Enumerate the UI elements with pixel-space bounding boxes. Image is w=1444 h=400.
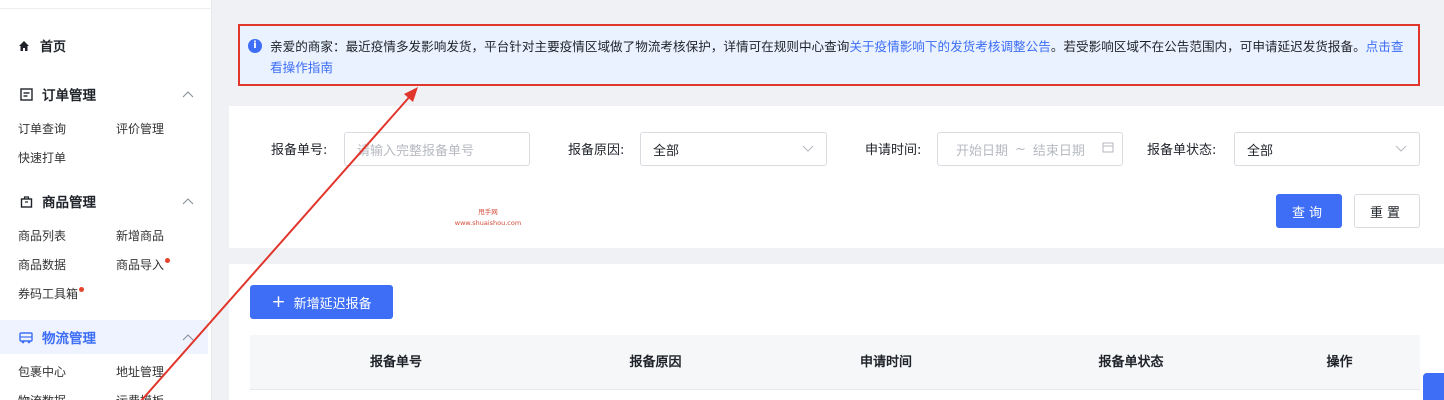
sidebar-item-address-management[interactable]: 地址管理 — [116, 363, 164, 380]
truck-icon — [18, 329, 34, 345]
reset-button[interactable]: 重置 — [1354, 194, 1420, 228]
sidebar-section-logistics: 物流管理 — [18, 327, 194, 347]
sidebar-item-coupon-tools[interactable]: 券码工具箱 — [18, 285, 85, 302]
sidebar-item-logistics-data[interactable]: 物流数据 — [18, 392, 66, 400]
reason-label: 报备原因: — [568, 143, 625, 158]
reason-select[interactable]: 全部 — [640, 132, 827, 166]
sidebar-item-home[interactable]: 首页 — [18, 36, 66, 55]
filter-panel: 报备单号: 请输入完整报备单号 报备原因: 全部 申请时间: 开始日期 ~ 结束… — [229, 106, 1444, 248]
chevron-up-icon[interactable] — [182, 333, 194, 341]
column-header-reason: 报备原因 — [629, 355, 682, 370]
watermark-line: 甩手网 — [478, 208, 498, 216]
bag-icon — [18, 193, 34, 209]
status-select-value: 全部 — [1247, 143, 1274, 159]
notification-dot — [79, 287, 85, 292]
watermark-line: www.shuaishou.com — [454, 219, 522, 227]
search-button[interactable]: 查询 — [1276, 194, 1342, 228]
report-no-label: 报备单号: — [271, 143, 328, 158]
chevron-down-icon — [802, 142, 814, 157]
sidebar-item-parcel-center[interactable]: 包裹中心 — [18, 363, 66, 380]
sidebar-item-quick-print[interactable]: 快速打单 — [18, 149, 66, 166]
reason-select-value: 全部 — [653, 143, 680, 159]
notification-dot — [165, 258, 171, 263]
add-delay-report-label: 新增延迟报备 — [293, 296, 372, 312]
floating-side-button[interactable] — [1423, 373, 1444, 400]
sidebar-item-product-list[interactable]: 商品列表 — [18, 227, 66, 244]
divider — [0, 8, 212, 9]
start-date-placeholder: 开始日期 — [956, 143, 1009, 159]
sidebar-item-order-query[interactable]: 订单查询 — [18, 120, 66, 137]
sidebar: 首页 订单管理 订单查询 评价管理 快速打单 商品管理 商品列表 新增商品 商品… — [0, 0, 212, 400]
sidebar-item-label: 首页 — [40, 40, 67, 55]
chevron-up-icon[interactable] — [182, 197, 194, 205]
sidebar-section-header-orders[interactable]: 订单管理 — [18, 84, 194, 104]
status-select[interactable]: 全部 — [1234, 132, 1420, 166]
time-label: 申请时间: — [865, 143, 922, 158]
chevron-down-icon — [1395, 142, 1407, 157]
home-icon — [19, 40, 29, 51]
add-delay-report-button[interactable]: + 新增延迟报备 — [250, 285, 393, 319]
sidebar-section-header-products[interactable]: 商品管理 — [18, 191, 194, 211]
end-date-placeholder: 结束日期 — [1032, 143, 1085, 159]
column-header-status: 报备单状态 — [1098, 355, 1164, 370]
info-icon: i — [248, 39, 262, 53]
column-header-report-no: 报备单号 — [369, 355, 422, 370]
table-panel: + 新增延迟报备 报备单号 报备原因 申请时间 报备单状态 操作 — [229, 264, 1444, 400]
sidebar-section-products: 商品管理 — [18, 191, 194, 211]
sidebar-item-new-product[interactable]: 新增商品 — [116, 227, 164, 244]
notice-text-part: 亲爱的商家：最近疫情多发影响发货，平台针对主要疫情区域做了物流考核保护，详情可在… — [270, 39, 850, 54]
report-no-input[interactable]: 请输入完整报备单号 — [344, 132, 530, 166]
date-range-input[interactable]: 开始日期 ~ 结束日期 — [937, 132, 1123, 166]
watermark: 甩手网 www.shuaishou.com — [448, 207, 528, 229]
sidebar-item-freight-template[interactable]: 运费模板 — [116, 392, 164, 400]
order-icon — [18, 86, 34, 102]
notice-text: 亲爱的商家：最近疫情多发影响发货，平台针对主要疫情区域做了物流考核保护，详情可在… — [270, 36, 1408, 84]
sidebar-item-label: 券码工具箱 — [18, 287, 79, 301]
sidebar-section-orders: 订单管理 — [18, 84, 194, 104]
plus-icon: + — [271, 291, 286, 312]
sidebar-section-header-logistics[interactable]: 物流管理 — [18, 327, 194, 347]
sidebar-section-title: 物流管理 — [42, 331, 96, 347]
notice-announcement-link[interactable]: 关于疫情影响下的发货考核调整公告 — [849, 39, 1051, 54]
notice-banner: i 亲爱的商家：最近疫情多发影响发货，平台针对主要疫情区域做了物流考核保护，详情… — [238, 24, 1420, 86]
calendar-icon — [1102, 141, 1114, 157]
status-label: 报备单状态: — [1147, 143, 1217, 158]
sidebar-item-product-import[interactable]: 商品导入 — [116, 256, 171, 273]
sidebar-section-title: 订单管理 — [42, 88, 96, 104]
sidebar-item-label: 商品导入 — [116, 258, 165, 272]
sidebar-item-reviews[interactable]: 评价管理 — [116, 120, 164, 137]
date-separator: ~ — [1015, 141, 1026, 157]
notice-text-part: 。若受影响区域不在公告范围内，可申请延迟发货报备。 — [1050, 39, 1366, 54]
chevron-up-icon[interactable] — [182, 90, 194, 98]
column-header-apply-time: 申请时间 — [859, 355, 912, 370]
sidebar-item-product-data[interactable]: 商品数据 — [18, 256, 66, 273]
sidebar-section-title: 商品管理 — [42, 195, 96, 211]
column-header-actions: 操作 — [1326, 355, 1353, 370]
table-header: 报备单号 报备原因 申请时间 报备单状态 操作 — [250, 335, 1420, 390]
